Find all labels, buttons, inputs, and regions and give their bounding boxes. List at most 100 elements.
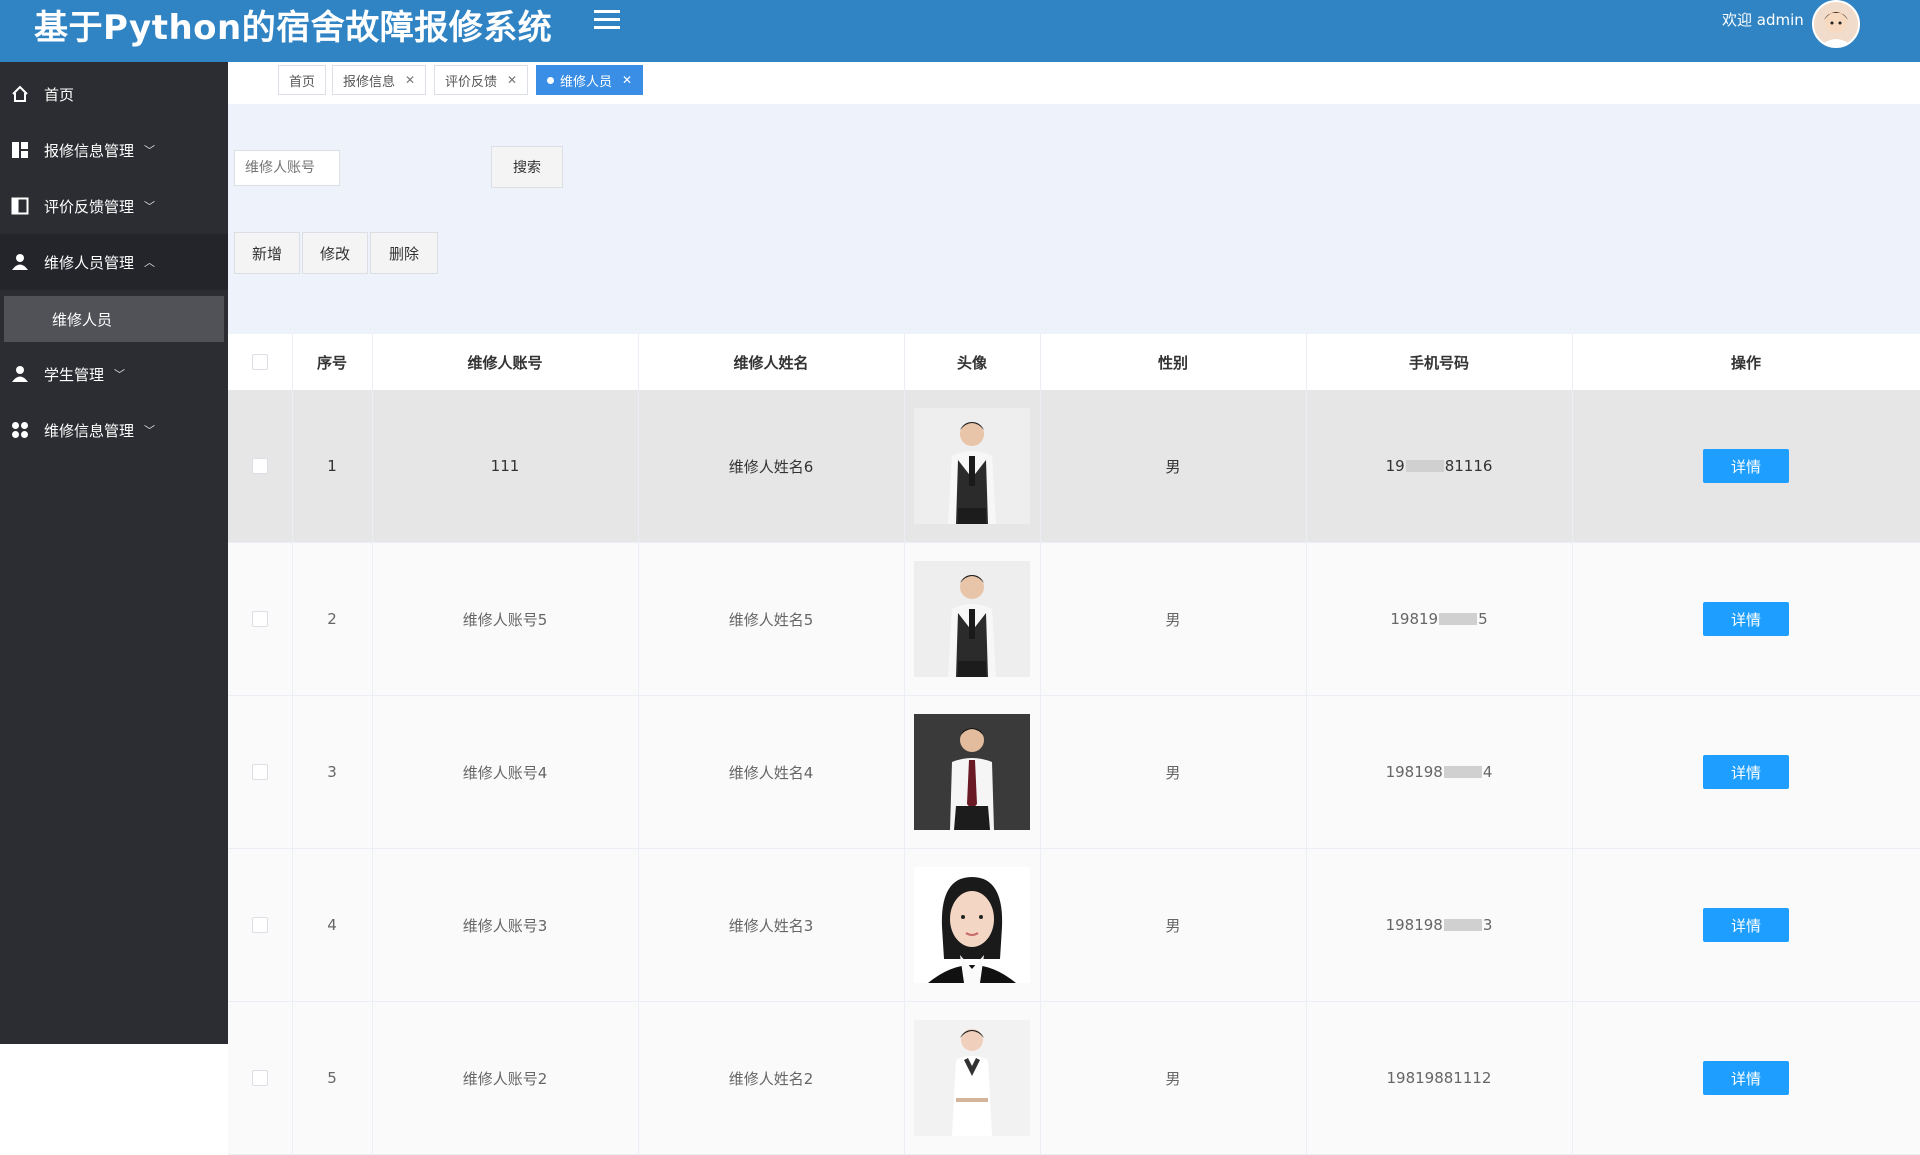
cell-actions: 详情 [1572, 1002, 1920, 1154]
cell-name: 维修人姓名3 [728, 916, 814, 935]
search-button[interactable]: 搜索 [491, 146, 563, 188]
phone-suffix: 81116 [1444, 457, 1493, 475]
apps-icon [10, 420, 30, 440]
tab-repair-info[interactable]: 报修信息 ✕ [332, 65, 427, 95]
cell-actions: 详情 [1572, 849, 1920, 1001]
tab-repairmen[interactable]: 维修人员 ✕ [536, 65, 644, 95]
avatar-photo [914, 1020, 1030, 1136]
row-checkbox[interactable] [252, 1070, 268, 1086]
account-search-input[interactable] [234, 150, 340, 186]
cell-gender: 男 [1165, 610, 1181, 629]
cell-avatar [904, 390, 1040, 542]
row-select-cell [228, 696, 292, 848]
detail-button[interactable]: 详情 [1703, 1061, 1789, 1095]
cell-index: 1 [327, 457, 337, 475]
cell-avatar [904, 543, 1040, 695]
table-row[interactable]: 1 111 维修人姓名6 男 19 81116 详情 [228, 390, 1920, 543]
user-icon [10, 364, 30, 384]
cell-avatar [904, 1002, 1040, 1154]
user-avatar[interactable] [1812, 0, 1860, 48]
cell-actions: 详情 [1572, 543, 1920, 695]
row-checkbox[interactable] [252, 917, 268, 933]
avatar-photo [914, 714, 1030, 830]
main-content: 首页 报修信息 ✕ 评价反馈 ✕ 维修人员 ✕ 搜索 新增 修改 删除 序号 维… [228, 62, 1920, 1155]
cell-avatar [904, 849, 1040, 1001]
cell-phone: 198198 4 [1306, 696, 1572, 848]
avatar-photo [914, 561, 1030, 677]
table-row[interactable]: 5 维修人账号2 维修人姓名2 男 19819881112 详情 [228, 1002, 1920, 1155]
delete-button[interactable]: 删除 [370, 232, 438, 274]
cell-actions: 详情 [1572, 696, 1920, 848]
sidebar-item-students[interactable]: 学生管理 ﹀ [0, 346, 228, 402]
phone-redaction [1439, 613, 1478, 625]
row-select-cell [228, 849, 292, 1001]
tab-label: 报修信息 [343, 74, 396, 90]
cell-gender: 男 [1165, 457, 1181, 476]
sidebar-item-home[interactable]: 首页 [0, 66, 228, 122]
cell-phone: 198198 3 [1306, 849, 1572, 1001]
cell-avatar [904, 696, 1040, 848]
tab-home[interactable]: 首页 [278, 65, 327, 95]
cell-account: 维修人账号3 [462, 916, 548, 935]
table-row[interactable]: 2 维修人账号5 维修人姓名5 男 19819 5 详情 [228, 543, 1920, 696]
menu-toggle-icon[interactable] [594, 10, 620, 32]
sidebar-item-label: 报修信息管理 [44, 141, 135, 160]
col-header-name: 维修人姓名 [733, 353, 809, 372]
col-header-index: 序号 [316, 353, 347, 372]
table-row[interactable]: 4 维修人账号3 维修人姓名3 男 198198 3 详情 [228, 849, 1920, 1002]
add-button[interactable]: 新增 [234, 232, 300, 274]
cell-name: 维修人姓名5 [728, 610, 814, 629]
active-dot-icon [547, 76, 554, 84]
sidebar-item-feedback[interactable]: 评价反馈管理 ﹀ [0, 178, 228, 234]
close-icon[interactable]: ✕ [405, 73, 415, 87]
cell-index: 3 [327, 763, 337, 781]
sidebar-item-label: 评价反馈管理 [44, 197, 135, 216]
sidebar-item-repair-records[interactable]: 维修信息管理 ﹀ [0, 402, 228, 458]
select-all-checkbox[interactable] [252, 354, 268, 370]
cell-actions: 详情 [1572, 390, 1920, 542]
filter-area: 搜索 新增 修改 删除 [228, 104, 1920, 334]
cell-account: 111 [490, 457, 520, 475]
detail-button[interactable]: 详情 [1703, 449, 1789, 483]
detail-button[interactable]: 详情 [1703, 602, 1789, 636]
tab-label: 评价反馈 [445, 74, 498, 90]
detail-button[interactable]: 详情 [1703, 908, 1789, 942]
sidebar: 首页 报修信息管理 ﹀ 评价反馈管理 ﹀ 维修人员管理 ︿ 维修人员 学生管理 … [0, 62, 228, 1044]
detail-button[interactable]: 详情 [1703, 755, 1789, 789]
table-row[interactable]: 3 维修人账号4 维修人姓名4 男 198198 4 详情 [228, 696, 1920, 849]
sidebar-item-repair-info[interactable]: 报修信息管理 ﹀ [0, 122, 228, 178]
avatar-photo [914, 867, 1030, 983]
row-checkbox[interactable] [252, 764, 268, 780]
row-checkbox[interactable] [252, 611, 268, 627]
cell-name: 维修人姓名4 [728, 763, 814, 782]
grid-icon [10, 140, 30, 160]
cell-index: 2 [327, 610, 337, 628]
cell-account: 维修人账号2 [462, 1069, 548, 1088]
sidebar-item-repairmen[interactable]: 维修人员管理 ︿ [0, 234, 228, 290]
cell-account: 维修人账号5 [462, 610, 548, 629]
close-icon[interactable]: ✕ [507, 73, 517, 87]
cell-index: 5 [327, 1069, 337, 1087]
chevron-down-icon: ﹀ [114, 368, 126, 381]
phone-suffix: 5 [1478, 610, 1488, 628]
col-header-avatar: 头像 [956, 353, 987, 372]
row-select-cell [228, 390, 292, 542]
table-header: 序号 维修人账号 维修人姓名 头像 性别 手机号码 操作 [228, 334, 1920, 391]
phone-suffix: 4 [1482, 763, 1493, 781]
sidebar-item-label: 学生管理 [44, 365, 105, 384]
phone-prefix: 19 [1385, 457, 1405, 475]
sidebar-item-label: 维修人员管理 [44, 253, 135, 272]
cell-name: 维修人姓名6 [728, 457, 814, 476]
close-icon[interactable]: ✕ [622, 73, 632, 87]
edit-button[interactable]: 修改 [302, 232, 368, 274]
chevron-down-icon: ﹀ [144, 424, 156, 437]
cell-name: 维修人姓名2 [728, 1069, 814, 1088]
cell-phone: 19819 5 [1306, 543, 1572, 695]
cell-phone: 19819881112 [1306, 1002, 1572, 1154]
cell-gender: 男 [1165, 763, 1181, 782]
col-header-actions: 操作 [1730, 353, 1761, 372]
sidebar-subitem-repairman[interactable]: 维修人员 [4, 296, 224, 342]
chevron-down-icon: ﹀ [144, 144, 156, 157]
row-checkbox[interactable] [252, 458, 268, 474]
tab-feedback[interactable]: 评价反馈 ✕ [434, 65, 529, 95]
